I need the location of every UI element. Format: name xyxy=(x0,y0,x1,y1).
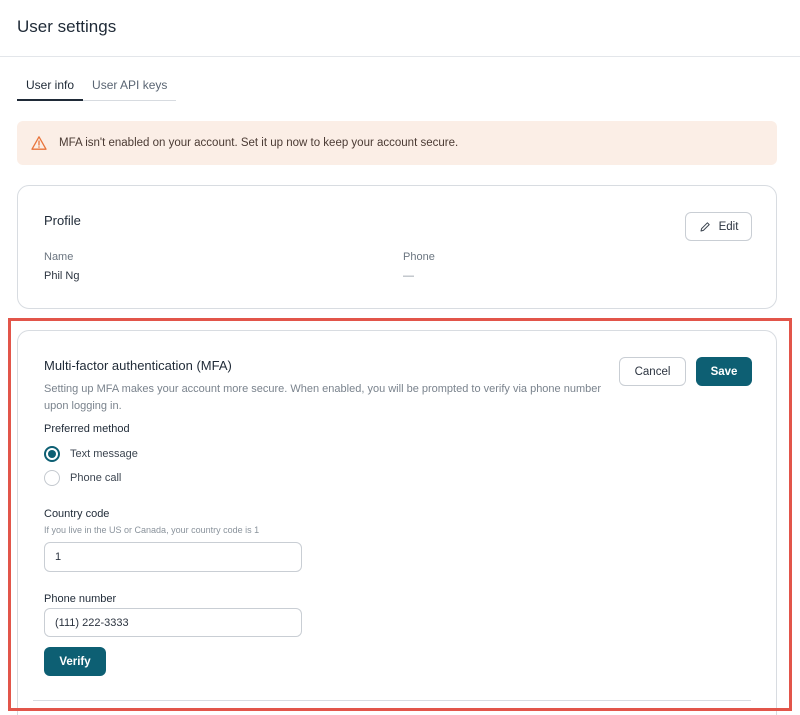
phone-number-label: Phone number xyxy=(44,593,117,605)
section-divider xyxy=(33,700,751,701)
phone-value: — xyxy=(403,270,414,282)
country-code-hint: If you live in the US or Canada, your co… xyxy=(44,525,260,535)
radio-phone-call[interactable]: Phone call xyxy=(44,470,121,486)
country-code-label: Country code xyxy=(44,508,110,520)
name-label: Name xyxy=(44,251,74,263)
edit-profile-button[interactable]: Edit xyxy=(685,212,752,241)
country-code-input[interactable]: 1 xyxy=(44,542,302,572)
mfa-title: Multi-factor authentication (MFA) xyxy=(44,358,232,373)
warning-triangle-icon xyxy=(31,136,47,150)
phone-call-label: Phone call xyxy=(70,472,122,484)
pencil-icon xyxy=(700,221,710,231)
cancel-button[interactable]: Cancel xyxy=(619,357,686,386)
preferred-method-label: Preferred method xyxy=(44,423,130,435)
tab-user-info[interactable]: User info xyxy=(17,70,84,101)
save-button[interactable]: Save xyxy=(696,357,752,386)
phone-label: Phone xyxy=(403,251,435,263)
mfa-card: Multi-factor authentication (MFA) Settin… xyxy=(17,330,777,715)
name-value: Phil Ng xyxy=(44,270,80,282)
alert-text: MFA isn't enabled on your account. Set i… xyxy=(59,137,459,149)
radio-selected-indicator[interactable] xyxy=(44,446,60,462)
edit-label: Edit xyxy=(718,220,739,233)
phone-number-input[interactable]: (111) 222-3333 xyxy=(44,608,302,637)
tab-user-api-keys[interactable]: User API keys xyxy=(83,70,176,101)
profile-card: Profile Edit Name Phil Ng Phone — xyxy=(17,185,777,309)
tab-bar: User info User API keys xyxy=(17,70,177,101)
mfa-description: Setting up MFA makes your account more s… xyxy=(44,383,602,412)
radio-unselected-indicator[interactable] xyxy=(44,470,60,486)
profile-title: Profile xyxy=(44,213,81,228)
verify-button[interactable]: Verify xyxy=(44,647,106,676)
radio-text-message[interactable]: Text message xyxy=(44,446,138,462)
page-title: User settings xyxy=(17,17,117,36)
mfa-warning-alert: MFA isn't enabled on your account. Set i… xyxy=(17,121,777,165)
text-message-label: Text message xyxy=(70,448,138,460)
page-header: User settings xyxy=(0,0,800,57)
